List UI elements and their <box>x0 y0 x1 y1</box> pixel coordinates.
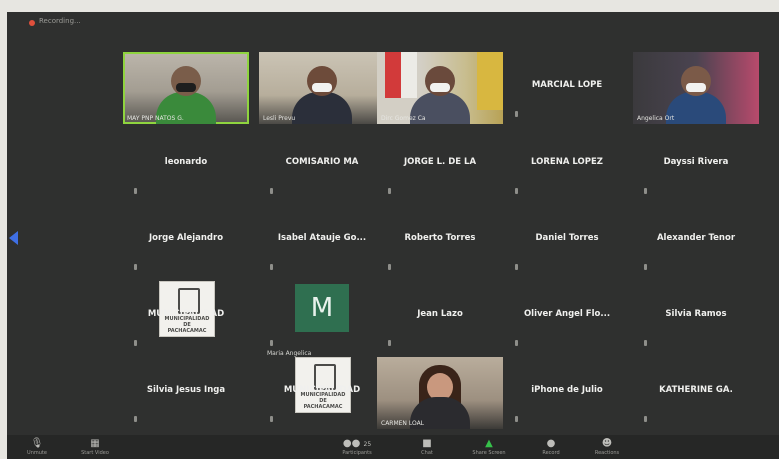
participant-tile[interactable]: COMISARIO MA <box>259 129 385 201</box>
participant-name: Roberto Torres <box>404 233 476 243</box>
participant-name: Jorge Alejandro <box>148 233 224 243</box>
participant-tile[interactable]: Jean Lazo <box>377 281 503 353</box>
participant-tile[interactable]: Alexander Tenor <box>633 205 759 277</box>
muted-mic-icon <box>270 264 273 270</box>
mute-button[interactable]: 🎙 Unmute <box>7 435 67 459</box>
muted-mic-icon <box>270 416 273 422</box>
participant-name: Daniel Torres <box>535 233 599 243</box>
participant-name: Maria Angelica <box>267 350 312 357</box>
meeting-toolbar: 🎙 Unmute ▦ Start Video ●● 25 Participant… <box>7 435 779 459</box>
muted-mic-icon <box>134 188 137 194</box>
muted-mic-icon <box>644 340 647 346</box>
participant-tile[interactable]: MAY PNP NATOS G. <box>123 52 249 124</box>
participant-name: LORENA LOPEZ <box>531 157 603 167</box>
participant-tile[interactable]: CARMEN LOAL <box>377 357 503 429</box>
chat-button[interactable]: ■ Chat <box>397 435 457 459</box>
participant-name: Oliver Angel Flo... <box>523 309 611 319</box>
participant-name: Alexander Tenor <box>656 233 736 243</box>
muted-mic-icon <box>388 188 391 194</box>
participant-tile[interactable]: MUNICIPALIDAD DE PACHACAMAC MUNICIPALIDAD <box>259 357 385 429</box>
participant-tile[interactable]: Dirc Gomez Ca <box>377 52 503 124</box>
participant-tile[interactable]: Silvia Ramos <box>633 281 759 353</box>
participant-video <box>377 52 503 124</box>
muted-mic-icon <box>515 416 518 422</box>
participant-tile[interactable]: Jorge Alejandro <box>123 205 249 277</box>
participant-video <box>259 52 385 124</box>
participant-name: Lesli Prevu <box>263 115 296 122</box>
participant-video <box>377 357 503 429</box>
muted-mic-icon <box>515 264 518 270</box>
participant-tile[interactable]: Daniel Torres <box>504 205 630 277</box>
participant-name: Dayssi Rivera <box>663 157 729 167</box>
muted-mic-icon <box>644 188 647 194</box>
muted-mic-icon <box>388 264 391 270</box>
participant-tile[interactable]: leonardo <box>123 129 249 201</box>
participant-tile[interactable]: Lesli Prevu <box>259 52 385 124</box>
muted-mic-icon <box>644 264 647 270</box>
participant-name: MUNICIPALIDAD <box>147 309 225 319</box>
start-video-button[interactable]: ▦ Start Video <box>65 435 125 459</box>
muted-mic-icon <box>644 416 647 422</box>
muted-mic-icon <box>270 340 273 346</box>
participant-tile[interactable]: Isabel Atauje Go... <box>259 205 385 277</box>
participant-tile[interactable]: MUNICIPALIDAD DE PACHACAMAC MUNICIPALIDAD <box>123 281 249 353</box>
participant-name: KATHERINE GA. <box>659 385 733 395</box>
avatar: M <box>295 284 349 332</box>
video-camera-icon: ▦ <box>90 438 100 449</box>
muted-mic-icon <box>515 111 518 117</box>
participant-name: Isabel Atauje Go... <box>277 233 367 243</box>
participant-tile[interactable]: Silvia Jesus Inga <box>123 357 249 429</box>
reactions-button[interactable]: ☻ Reactions <box>577 435 637 459</box>
participant-name: MARCIAL LOPE <box>531 80 603 90</box>
microphone-icon: 🎙 <box>30 438 44 449</box>
participant-video <box>633 52 759 124</box>
muted-mic-icon <box>515 340 518 346</box>
participant-name: JORGE L. DE LA <box>403 157 477 167</box>
participant-name: Angelica Ort <box>637 115 675 122</box>
participant-tile[interactable]: Dayssi Rivera <box>633 129 759 201</box>
participant-name: Silvia Ramos <box>665 309 727 319</box>
participant-tile[interactable]: M Maria Angelica <box>259 281 385 357</box>
muted-mic-icon <box>270 188 273 194</box>
share-screen-icon: ▲ <box>485 438 493 449</box>
muted-mic-icon <box>134 416 137 422</box>
participant-video <box>123 52 249 124</box>
participant-name: iPhone de Julio <box>531 385 603 395</box>
participant-name: Dirc Gomez Ca <box>381 115 426 122</box>
share-screen-button[interactable]: ▲ Share Screen <box>459 435 519 459</box>
participant-tile[interactable]: iPhone de Julio <box>504 357 630 429</box>
participant-tile[interactable]: Angelica Ort <box>633 52 759 124</box>
participant-name: MAY PNP NATOS G. <box>127 115 184 122</box>
meeting-window: Recording... MAY PNP NATOS G. Lesli Prevu… <box>7 12 779 459</box>
record-icon: ● <box>546 438 556 449</box>
participant-name: MUNICIPALIDAD <box>283 385 361 395</box>
participant-tile[interactable]: KATHERINE GA. <box>633 357 759 429</box>
participant-tile[interactable]: Oliver Angel Flo... <box>504 281 630 353</box>
muted-mic-icon <box>515 188 518 194</box>
reactions-icon: ☻ <box>601 438 613 449</box>
participant-name: CARMEN LOAL <box>381 420 425 427</box>
muted-mic-icon <box>134 340 137 346</box>
participant-name: leonardo <box>164 157 208 167</box>
gallery-grid: MAY PNP NATOS G. Lesli Prevu Dirc Gomez Ca… <box>7 12 779 459</box>
participant-tile[interactable]: Roberto Torres <box>377 205 503 277</box>
chat-icon: ■ <box>422 438 432 449</box>
participant-tile[interactable]: JORGE L. DE LA <box>377 129 503 201</box>
participant-name: COMISARIO MA <box>285 157 359 167</box>
muted-mic-icon <box>388 340 391 346</box>
record-button[interactable]: ● Record <box>521 435 581 459</box>
muted-mic-icon <box>134 264 137 270</box>
participant-name: Jean Lazo <box>417 309 463 319</box>
participants-button[interactable]: ●● 25 Participants <box>327 435 387 459</box>
participant-name: Silvia Jesus Inga <box>146 385 226 395</box>
participant-tile[interactable]: LORENA LOPEZ <box>504 129 630 201</box>
participant-tile[interactable]: MARCIAL LOPE <box>504 52 630 124</box>
